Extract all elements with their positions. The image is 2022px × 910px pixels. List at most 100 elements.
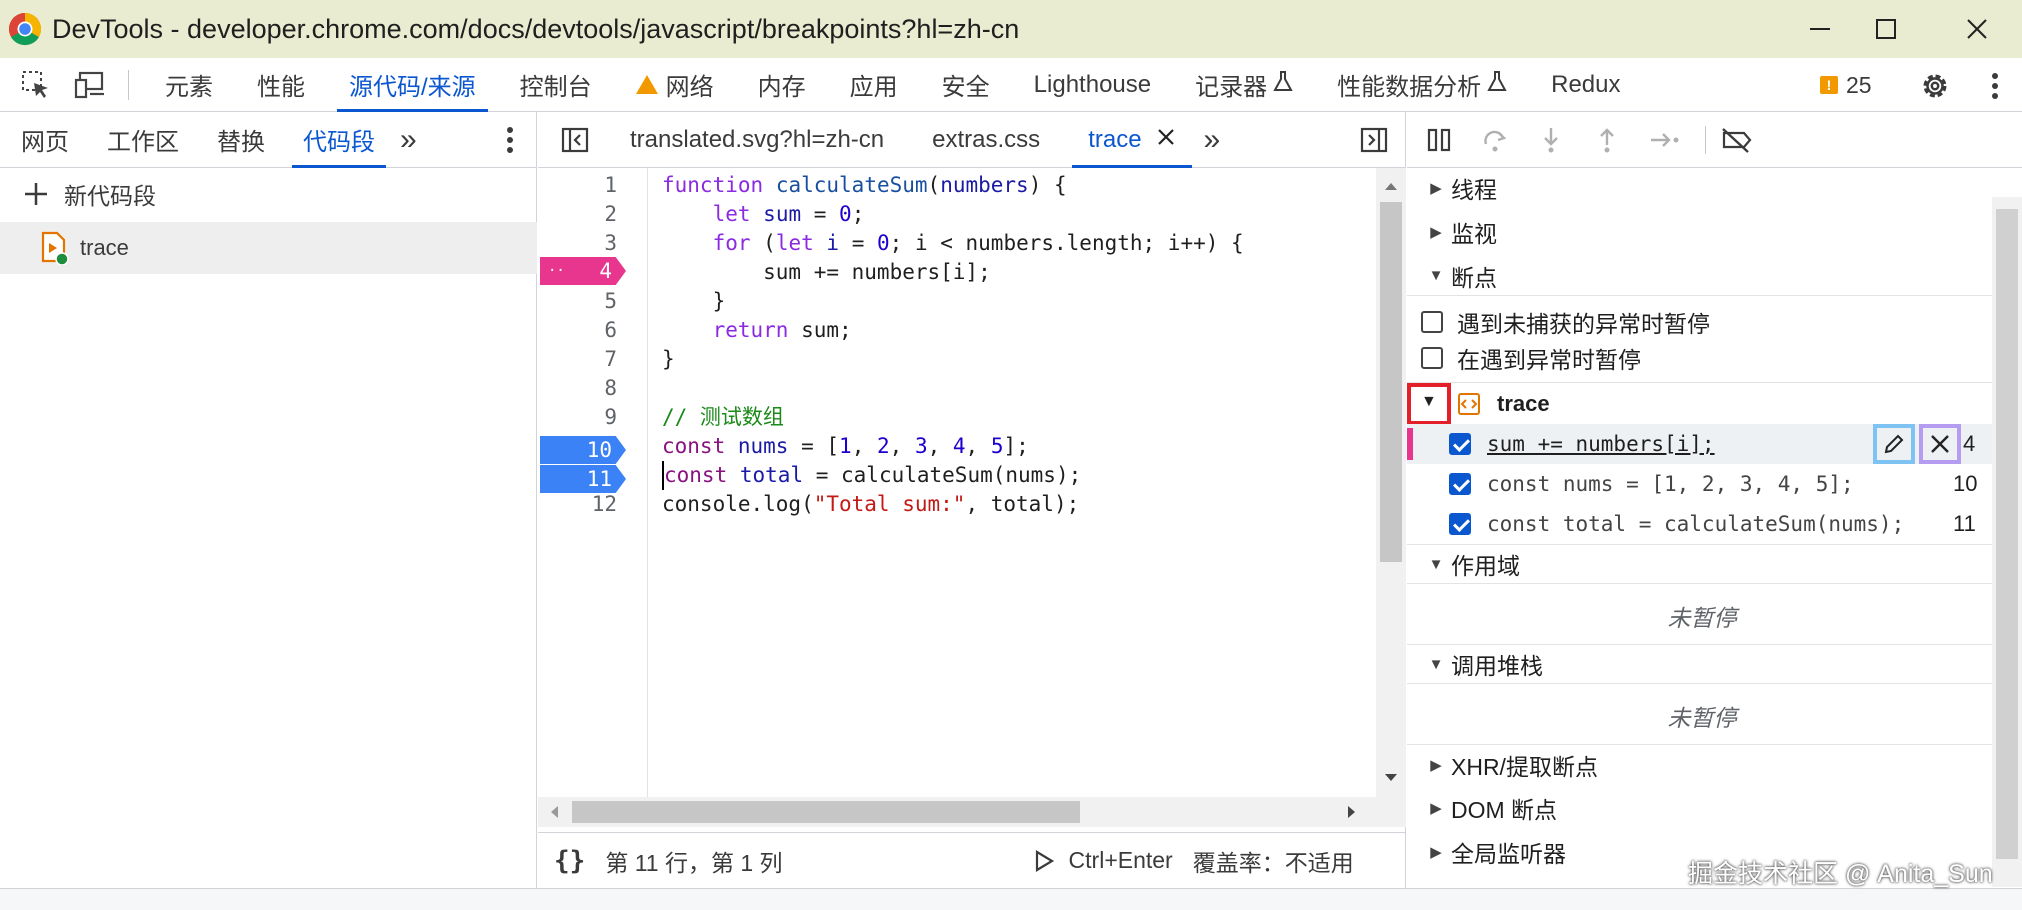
sidebar-vertical-scrollbar[interactable]	[1992, 197, 2022, 887]
pause-on-uncaught-row[interactable]: 遇到未捕获的异常时暂停	[1407, 304, 1997, 340]
toggle-debugger-button[interactable]	[1354, 122, 1394, 158]
tool-tab-2[interactable]: 源代码/来源	[327, 58, 498, 112]
code-line-3[interactable]: for (let i = 0; i < numbers.length; i++)…	[662, 229, 1244, 258]
code-line-1[interactable]: function calculateSum(numbers) {	[662, 171, 1067, 200]
settings-button[interactable]	[1915, 66, 1955, 106]
tool-tab-0[interactable]: 元素	[143, 58, 235, 112]
editor-tab-1[interactable]: extras.css	[908, 112, 1064, 168]
window-maximize[interactable]	[1840, 0, 1932, 58]
line-number[interactable]: 2	[604, 200, 617, 229]
tool-tab-5[interactable]: 内存	[736, 58, 828, 112]
vertical-scroll-thumb[interactable]	[1380, 202, 1402, 562]
breakpoint-item-line-10[interactable]: const nums = [1, 2, 3, 4, 5]; 10	[1407, 464, 1997, 504]
logpoint-marker-line-4[interactable]: ·· 4	[540, 257, 626, 285]
pause-caught-checkbox[interactable]	[1421, 347, 1443, 369]
more-options-button[interactable]	[1975, 66, 2015, 106]
step-into-button[interactable]	[1533, 124, 1569, 156]
editor-vertical-scrollbar[interactable]	[1376, 168, 1406, 798]
scope-section-header[interactable]: ▼ 作用域	[1407, 544, 1997, 584]
code-line-7[interactable]: }	[662, 345, 675, 374]
line-number[interactable]: 8	[604, 374, 617, 403]
tool-tab-8[interactable]: Lighthouse	[1012, 58, 1173, 112]
line-number[interactable]: 1	[604, 171, 617, 200]
tool-tab-6[interactable]: 应用	[828, 58, 920, 112]
tool-tab-1[interactable]: 性能	[235, 58, 327, 112]
run-shortcut[interactable]: Ctrl+Enter	[1069, 847, 1173, 874]
navigator-menu-button[interactable]	[495, 122, 525, 158]
scroll-left-icon[interactable]	[544, 797, 564, 827]
window-close[interactable]	[1932, 0, 2022, 58]
navigator-tab-1[interactable]: 工作区	[88, 112, 198, 168]
xhr-breakpoints-section-header[interactable]: ▶ XHR/提取断点	[1407, 744, 1997, 784]
tool-tab-7[interactable]: 安全	[920, 58, 1012, 112]
breakpoint-checkbox-10[interactable]	[1449, 473, 1471, 495]
breakpoint-checkbox-4[interactable]	[1449, 433, 1471, 455]
breakpoint-marker-line-11[interactable]: 11	[540, 465, 626, 493]
editor-tab-0[interactable]: translated.svg?hl=zh-cn	[606, 112, 908, 168]
code-line-11[interactable]: const total = calculateSum(nums);	[662, 461, 1081, 490]
sidebar-scroll-thumb[interactable]	[1996, 209, 2018, 859]
breakpoint-file-group[interactable]: ▼ trace	[1407, 382, 1997, 425]
code-line-10[interactable]: const nums = [1, 2, 3, 4, 5];	[662, 432, 1029, 461]
watch-section-header[interactable]: ▶ 监视	[1407, 212, 1997, 252]
breakpoint-checkbox-11[interactable]	[1449, 513, 1471, 535]
deactivate-breakpoints-button[interactable]	[1717, 124, 1757, 156]
breakpoint-marker-line-10[interactable]: 10	[540, 436, 626, 464]
more-tabs-icon[interactable]: »	[400, 123, 417, 157]
code-line-6[interactable]: return sum;	[662, 316, 852, 345]
editor-horizontal-scrollbar[interactable]	[538, 797, 1406, 827]
code-line-2[interactable]: let sum = 0;	[662, 200, 865, 229]
tool-tab-9[interactable]: 记录器	[1173, 58, 1315, 112]
line-number[interactable]: 3	[604, 229, 617, 258]
line-number[interactable]: 9	[604, 403, 617, 432]
inspect-element-button[interactable]	[12, 58, 60, 112]
breakpoint-item-line-11[interactable]: const total = calculateSum(nums); 11	[1407, 504, 1997, 544]
dom-breakpoints-section-header[interactable]: ▶ DOM 断点	[1407, 788, 1997, 828]
line-number[interactable]: 5	[604, 287, 617, 316]
tool-tab-3[interactable]: 控制台	[498, 58, 614, 112]
snippet-item-trace[interactable]: trace	[0, 222, 537, 274]
expand-toggle-highlight[interactable]: ▼	[1407, 383, 1451, 425]
scroll-right-icon[interactable]	[1342, 797, 1362, 827]
horizontal-scroll-thumb[interactable]	[572, 801, 1080, 823]
threads-section-header[interactable]: ▶ 线程	[1407, 168, 1997, 208]
line-gutter[interactable]: 1 2 3 5 6 7 8 9 12 ·· 4 10 11	[538, 168, 648, 798]
pause-uncaught-checkbox[interactable]	[1421, 311, 1443, 333]
code-line-12[interactable]: console.log("Total sum:", total);	[662, 490, 1079, 519]
navigator-tab-3[interactable]: 代码段	[284, 112, 394, 168]
step-out-button[interactable]	[1589, 124, 1625, 156]
code-line-8[interactable]	[662, 374, 675, 403]
editor-tab-2[interactable]: trace	[1064, 112, 1199, 168]
navigator-tab-0[interactable]: 网页	[2, 112, 88, 168]
line-number[interactable]: 6	[604, 316, 617, 345]
code-line-9[interactable]: // 测试数组	[662, 403, 784, 432]
step-button[interactable]	[1645, 124, 1685, 156]
tool-tab-10[interactable]: 性能数据分析	[1315, 58, 1529, 112]
breakpoint-item-line-4[interactable]: sum += numbers[i]; 4	[1407, 424, 1997, 464]
code-editor[interactable]: 1 2 3 5 6 7 8 9 12 ·· 4 10 11 function calculate…	[538, 168, 1406, 808]
close-tab-icon[interactable]	[1142, 126, 1176, 154]
device-toolbar-button[interactable]	[66, 58, 114, 112]
tool-tab-11[interactable]: Redux	[1529, 58, 1642, 112]
edit-breakpoint-button[interactable]	[1873, 424, 1915, 464]
new-snippet-button[interactable]: 新代码段	[0, 168, 537, 220]
pretty-print-icon[interactable]: {}	[554, 846, 585, 876]
more-editor-tabs-icon[interactable]: »	[1204, 123, 1221, 157]
remove-breakpoint-button[interactable]	[1919, 424, 1961, 464]
step-over-button[interactable]	[1477, 124, 1513, 156]
scroll-up-icon[interactable]	[1376, 176, 1406, 196]
line-number[interactable]: 12	[592, 490, 617, 519]
issues-badge[interactable]: ! 25	[1820, 58, 1872, 112]
pause-on-caught-row[interactable]: 在遇到异常时暂停	[1407, 340, 1997, 376]
toggle-navigator-button[interactable]	[552, 112, 598, 168]
line-number[interactable]: 7	[604, 345, 617, 374]
run-snippet-icon[interactable]	[1033, 849, 1055, 873]
code-line-4[interactable]: sum += numbers[i];	[662, 258, 991, 287]
call-stack-section-header[interactable]: ▼ 调用堆栈	[1407, 644, 1997, 684]
code-line-5[interactable]: }	[662, 287, 726, 316]
scroll-down-icon[interactable]	[1376, 768, 1406, 788]
navigator-tab-2[interactable]: 替换	[198, 112, 284, 168]
breakpoints-section-header[interactable]: ▼ 断点	[1407, 256, 1997, 296]
tool-tab-4[interactable]: 网络	[614, 58, 736, 112]
pause-resume-button[interactable]	[1421, 124, 1457, 156]
